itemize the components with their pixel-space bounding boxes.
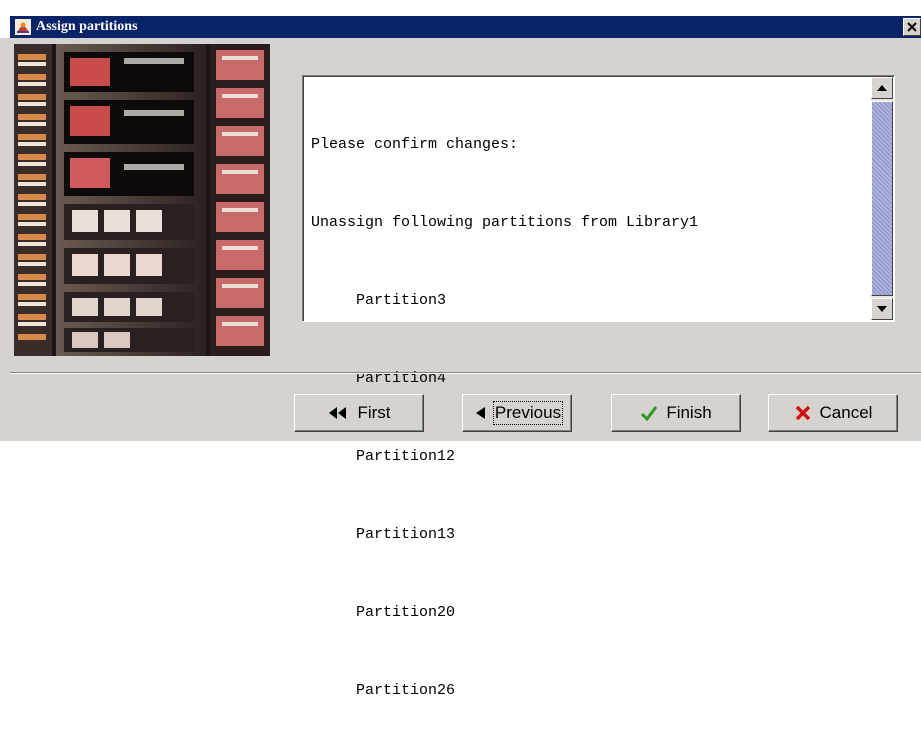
previous-button[interactable]: Previous bbox=[462, 394, 572, 432]
partition-item: Partition3 bbox=[356, 292, 447, 309]
previous-button-label: Previous bbox=[492, 401, 564, 425]
title-bar-background bbox=[10, 16, 921, 38]
finish-button[interactable]: Finish bbox=[611, 394, 741, 432]
partition-item: Partition12 bbox=[356, 448, 456, 465]
separator-highlight bbox=[10, 373, 921, 374]
left-arrow-icon bbox=[475, 407, 485, 419]
confirmation-text-area[interactable]: Please confirm changes: Unassign followi… bbox=[302, 75, 895, 699]
first-button[interactable]: First bbox=[294, 394, 424, 432]
confirm-heading: Please confirm changes: bbox=[311, 136, 519, 153]
window-title: Assign partitions bbox=[36, 19, 138, 34]
arrow-down-icon bbox=[877, 306, 887, 312]
scroll-down-button[interactable] bbox=[871, 298, 893, 320]
vertical-scrollbar[interactable] bbox=[871, 77, 893, 320]
server-rack-image bbox=[14, 44, 270, 356]
partition-item: Partition13 bbox=[356, 526, 456, 543]
title-bar: Assign partitions bbox=[0, 0, 921, 38]
cancel-button[interactable]: Cancel bbox=[768, 394, 898, 432]
assign-partitions-dialog: Assign partitions Please confirm changes… bbox=[0, 0, 921, 699]
server-rack-illustration bbox=[14, 44, 270, 356]
unassign-line: Unassign following partitions from Libra… bbox=[311, 214, 699, 231]
java-app-icon bbox=[15, 19, 31, 35]
close-button[interactable] bbox=[903, 18, 921, 36]
scroll-thumb[interactable] bbox=[871, 101, 893, 296]
close-icon bbox=[907, 22, 917, 32]
checkmark-icon bbox=[641, 406, 658, 422]
partition-item: Partition4 bbox=[356, 370, 447, 387]
partition-item: Partition26 bbox=[356, 682, 456, 699]
double-left-arrow-icon bbox=[329, 407, 347, 419]
cancel-button-label: Cancel bbox=[819, 403, 873, 422]
red-x-icon bbox=[795, 405, 810, 421]
partition-item: Partition20 bbox=[356, 604, 456, 621]
arrow-up-icon bbox=[877, 85, 887, 91]
finish-button-label: Finish bbox=[666, 403, 712, 422]
first-button-label: First bbox=[357, 403, 391, 422]
scroll-up-button[interactable] bbox=[871, 77, 893, 99]
